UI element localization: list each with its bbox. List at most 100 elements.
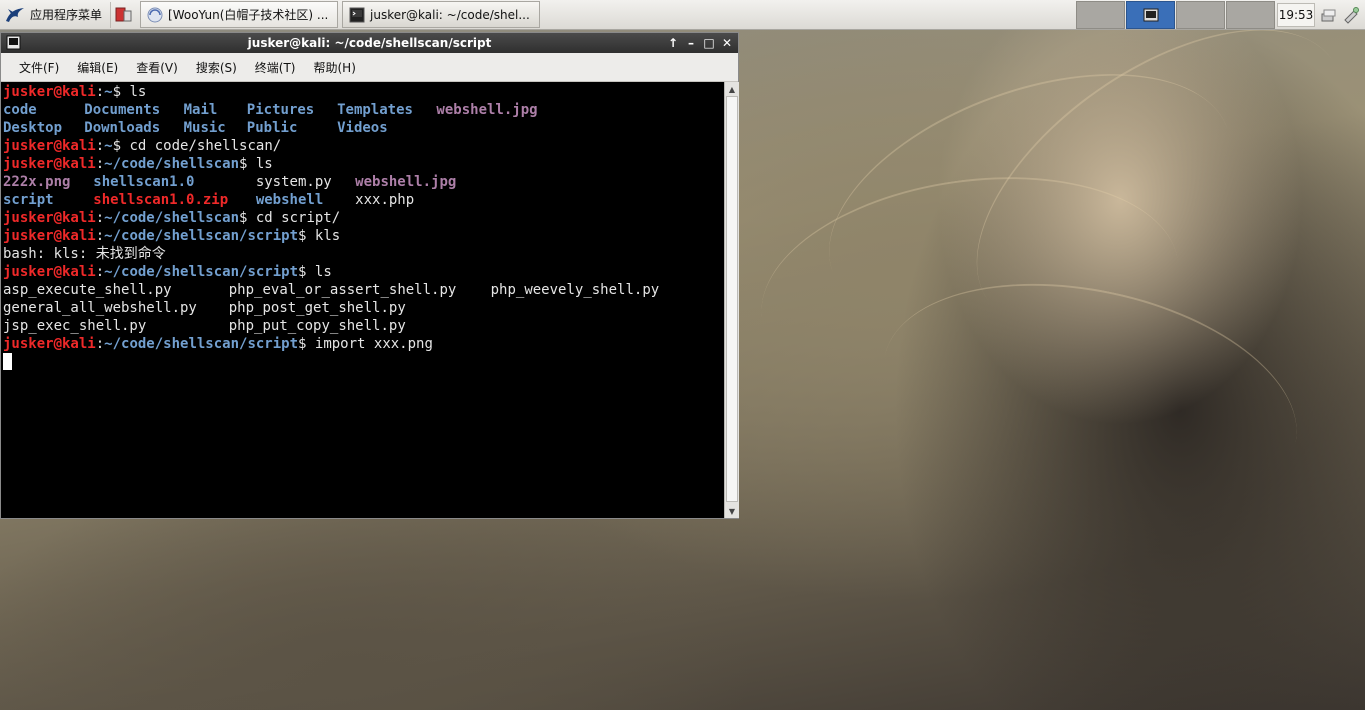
prompt-user: jusker@kali <box>3 264 96 280</box>
terminal-line: Desktop Downloads Music Public Videos <box>3 119 723 137</box>
network-icon[interactable] <box>1320 6 1338 24</box>
command-text: import xxx.png <box>306 336 433 352</box>
terminal-line: code Documents Mail Pictures Templates webshe… <box>3 101 723 119</box>
command-text: kls <box>306 228 341 244</box>
ls-entry-dir: Videos <box>337 120 388 136</box>
ls-entry-dir: Music <box>183 120 226 136</box>
ls-entry-dir: Documents <box>84 102 161 118</box>
prompt-user: jusker@kali <box>3 210 96 226</box>
prompt-user: jusker@kali <box>3 138 96 154</box>
ls-entry-dir: Mail <box>183 102 218 118</box>
ls-entry-file: php_post_get_shell.py <box>228 300 406 316</box>
command-text: cd code/shellscan/ <box>121 138 282 154</box>
prompt-path: ~/code/shellscan/script <box>104 264 299 280</box>
applications-menu-button[interactable]: 应用程序菜单 <box>0 0 108 30</box>
terminal-line: jusker@kali:~$ cd code/shellscan/ <box>3 137 723 155</box>
kali-dragon-icon <box>4 5 26 25</box>
system-tray <box>1318 3 1362 27</box>
prompt-separator: : <box>95 156 105 172</box>
terminal-window: jusker@kali: ~/code/shellscan/script ↑ –… <box>0 32 739 519</box>
menu-edit[interactable]: 编辑(E) <box>71 59 130 76</box>
ls-entry-dir: shellscan1.0 <box>93 174 195 190</box>
prompt-path: ~ <box>104 84 113 100</box>
prompt-separator: : <box>95 228 105 244</box>
prompt-user: jusker@kali <box>3 84 96 100</box>
terminal-line: general_all_webshell.py php_post_get_shel… <box>3 299 723 317</box>
ls-entry-dir: Templates <box>337 102 413 118</box>
terminal-window-icon <box>6 35 21 50</box>
prompt-separator: : <box>95 210 105 226</box>
terminal-titlebar[interactable]: jusker@kali: ~/code/shellscan/script ↑ –… <box>1 33 738 53</box>
command-text: ls <box>247 156 273 172</box>
prompt-user: jusker@kali <box>3 228 96 244</box>
applications-menu-label: 应用程序菜单 <box>30 8 103 22</box>
terminal-icon <box>349 7 365 22</box>
ls-entry-file: php_put_copy_shell.py <box>228 318 406 334</box>
ls-entry-dir: Desktop <box>3 120 63 136</box>
ls-entry-zip: shellscan1.0.zip <box>93 192 229 208</box>
ls-entry-dir: Public <box>246 120 298 136</box>
taskbar-item-label: jusker@kali: ~/code/shel... <box>370 7 530 22</box>
desktop-launcher-icon <box>115 7 132 21</box>
prompt-user: jusker@kali <box>3 336 96 352</box>
power-icon[interactable] <box>1342 6 1360 24</box>
keep-above-button[interactable]: ↑ <box>666 34 680 51</box>
close-button[interactable]: ✕ <box>720 34 734 51</box>
ls-entry-file: php_weevely_shell.py <box>490 282 660 298</box>
ls-entry-img: webshell.jpg <box>355 174 457 190</box>
ls-entry-img: 222x.png <box>3 174 71 190</box>
workspace-2[interactable] <box>1126 1 1175 29</box>
prompt-path: ~/code/shellscan <box>104 156 240 172</box>
taskbar-item-terminal[interactable]: jusker@kali: ~/code/shel... <box>342 1 541 28</box>
terminal-title: jusker@kali: ~/code/shellscan/script <box>247 36 492 50</box>
terminal-line: jusker@kali:~/code/shellscan$ cd script/ <box>3 209 723 227</box>
command-text: cd script/ <box>247 210 341 226</box>
terminal-line: 222x.png shellscan1.0 system.py webshell.jp… <box>3 173 723 191</box>
menu-terminal[interactable]: 终端(T) <box>249 59 308 76</box>
terminal-line <box>3 353 723 371</box>
taskbar-item-label: [WooYun(白帽子技术社区) ... <box>168 8 329 22</box>
ls-entry-dir: Downloads <box>84 120 161 136</box>
terminal-line: script shellscan1.0.zip webshell xxx.php <box>3 191 723 209</box>
terminal-window-icon <box>1143 8 1158 22</box>
prompt-path: ~ <box>104 138 113 154</box>
prompt-path: ~/code/shellscan/script <box>104 336 299 352</box>
terminal-cursor <box>3 353 12 370</box>
menu-file[interactable]: 文件(F) <box>13 59 71 76</box>
minimize-button[interactable]: – <box>684 34 698 51</box>
ls-entry-file: php_eval_or_assert_shell.py <box>228 282 457 298</box>
menu-help[interactable]: 帮助(H) <box>308 59 368 76</box>
output-text: bash: kls: 未找到命令 <box>3 246 166 262</box>
menu-view[interactable]: 查看(V) <box>130 59 190 76</box>
ls-entry-dir: code <box>3 102 37 118</box>
prompt-separator: : <box>95 84 105 100</box>
prompt-symbol: $ <box>112 138 122 154</box>
workspace-4[interactable] <box>1226 1 1275 29</box>
scrollbar-thumb[interactable] <box>726 96 738 502</box>
ls-entry-file: jsp_exec_shell.py <box>3 318 147 334</box>
terminal-line: jusker@kali:~/code/shellscan/script$ ls <box>3 263 723 281</box>
prompt-path: ~/code/shellscan <box>104 210 240 226</box>
workspace-1[interactable] <box>1076 1 1125 29</box>
menu-search[interactable]: 搜索(S) <box>190 59 249 76</box>
ls-entry-file: system.py <box>255 174 332 190</box>
ls-entry-dir: Pictures <box>246 102 315 118</box>
ls-entry-file: general_all_webshell.py <box>3 300 197 316</box>
show-desktop-button[interactable] <box>110 1 136 28</box>
terminal-line: jsp_exec_shell.py php_put_copy_shell.py <box>3 317 723 335</box>
scroll-down-arrow-icon[interactable]: ▼ <box>725 504 739 518</box>
workspace-3[interactable] <box>1176 1 1225 29</box>
ls-entry-dir: script <box>3 192 54 208</box>
maximize-button[interactable]: □ <box>702 34 716 51</box>
taskbar-item-browser[interactable]: [WooYun(白帽子技术社区) ... <box>140 1 339 28</box>
prompt-separator: : <box>95 264 105 280</box>
browser-icon <box>147 7 163 22</box>
workspace-switcher <box>1076 1 1276 29</box>
scroll-up-arrow-icon[interactable]: ▲ <box>725 82 739 96</box>
prompt-symbol: $ <box>112 84 122 100</box>
clock[interactable]: 19:53 <box>1277 3 1315 27</box>
window-controls: ↑ – □ ✕ <box>666 34 734 51</box>
terminal-scrollbar[interactable]: ▲ ▼ <box>724 82 739 518</box>
ls-entry-img: webshell.jpg <box>436 102 538 118</box>
terminal-output[interactable]: jusker@kali:~$ ls code Documents Mail Pictur… <box>1 82 723 518</box>
